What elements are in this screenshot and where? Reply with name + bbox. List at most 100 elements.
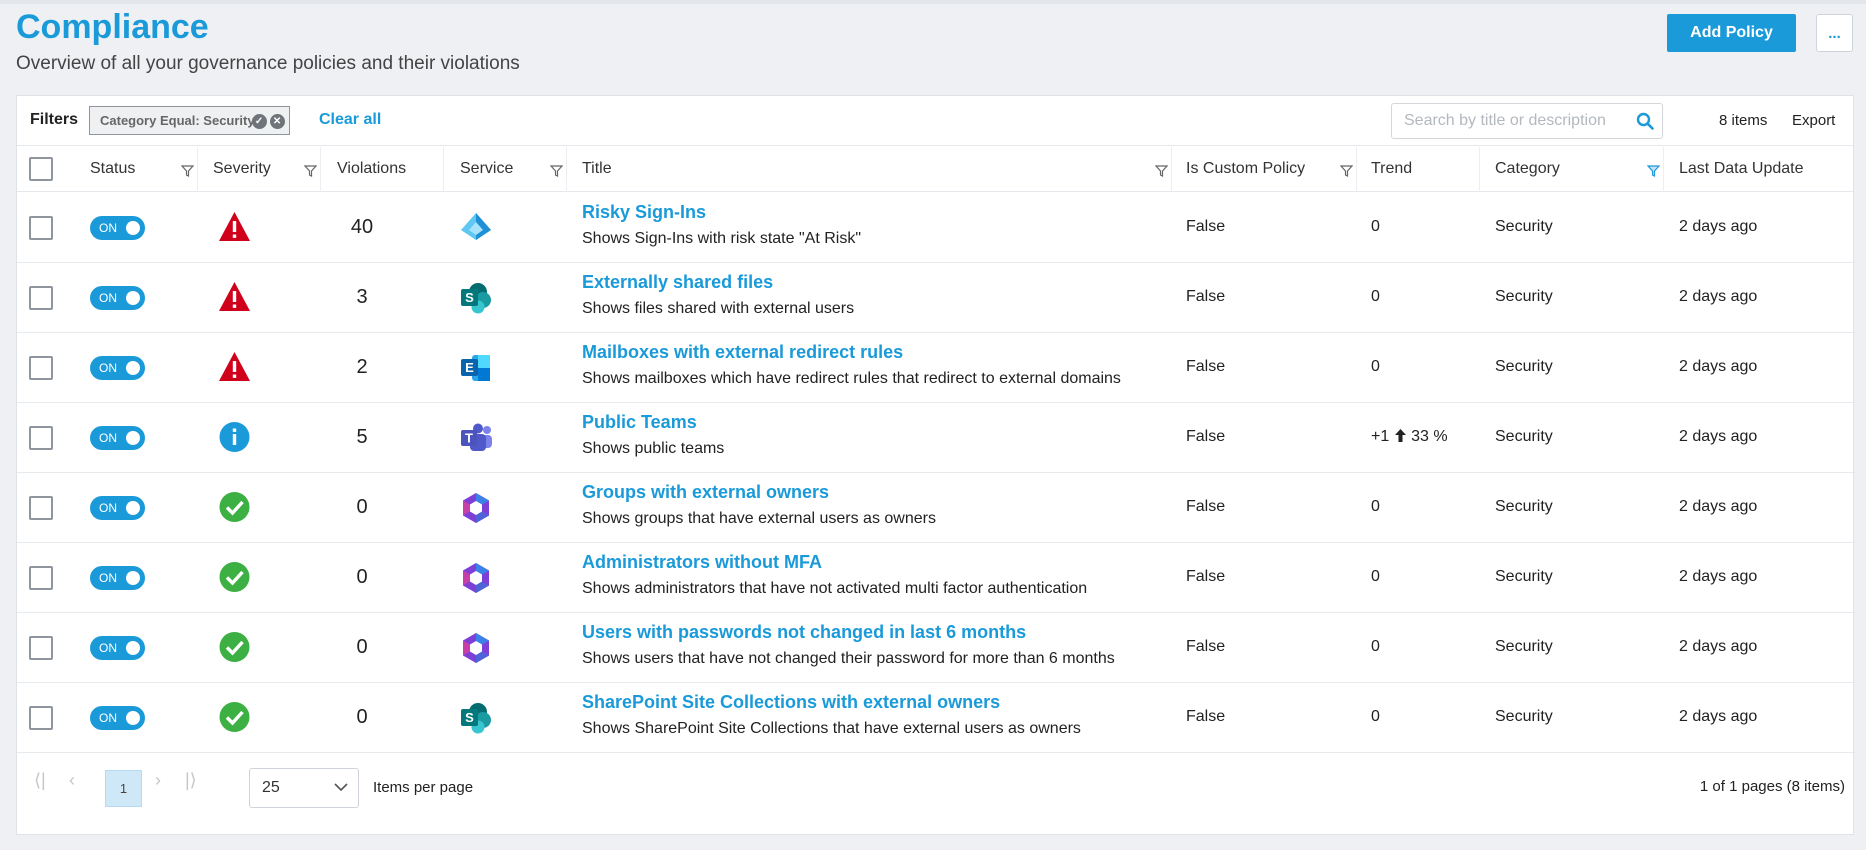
table-row[interactable]: ON 0 S SharePoint Site Collections with ext…: [17, 683, 1855, 753]
is-custom-value: False: [1186, 428, 1226, 445]
row-checkbox[interactable]: [29, 636, 53, 660]
status-toggle[interactable]: ON: [90, 356, 145, 380]
filter-icon[interactable]: [304, 165, 317, 177]
add-policy-button[interactable]: Add Policy: [1667, 14, 1796, 52]
first-page-icon[interactable]: ⟨|: [34, 770, 46, 791]
toggle-knob: [126, 431, 140, 445]
toggle-knob: [126, 501, 140, 515]
select-all-checkbox[interactable]: [29, 157, 53, 181]
status-toggle[interactable]: ON: [90, 426, 145, 450]
more-options-button[interactable]: ...: [1816, 14, 1853, 52]
last-update-value: 2 days ago: [1679, 638, 1758, 655]
check-icon[interactable]: ✓: [251, 114, 267, 129]
policy-title-link[interactable]: Administrators without MFA: [582, 552, 822, 573]
table-row[interactable]: ON 0 Groups with external owners Shows grou…: [17, 473, 1855, 543]
search-input[interactable]: [1392, 104, 1622, 138]
status-toggle[interactable]: ON: [90, 216, 145, 240]
column-header-status[interactable]: Status: [90, 160, 135, 178]
violations-count: 40: [350, 216, 374, 238]
previous-page-icon[interactable]: ‹: [69, 770, 75, 791]
status-toggle-label: ON: [99, 361, 117, 375]
policy-description: Shows SharePoint Site Collections that h…: [582, 720, 1081, 737]
table-row[interactable]: ON 2 E Mailboxes with external redirect rul…: [17, 333, 1855, 403]
category-value: Security: [1495, 708, 1553, 725]
toggle-knob: [126, 711, 140, 725]
items-per-page-label: Items per page: [373, 779, 474, 796]
policy-title-link[interactable]: Externally shared files: [582, 272, 773, 293]
row-checkbox[interactable]: [29, 566, 53, 590]
policy-description: Shows files shared with external users: [582, 300, 855, 317]
status-toggle[interactable]: ON: [90, 496, 145, 520]
policy-description: Shows public teams: [582, 440, 725, 457]
toggle-knob: [126, 361, 140, 375]
policy-title-link[interactable]: Users with passwords not changed in last…: [582, 622, 1026, 643]
svg-text:S: S: [465, 290, 474, 305]
row-checkbox[interactable]: [29, 356, 53, 380]
page-size-select[interactable]: 25: [249, 768, 359, 808]
filter-icon[interactable]: [1647, 165, 1660, 177]
column-header-service[interactable]: Service: [460, 160, 513, 178]
status-toggle[interactable]: ON: [90, 706, 145, 730]
policy-title-link[interactable]: Groups with external owners: [582, 482, 829, 503]
policy-description: Shows groups that have external users as…: [582, 510, 936, 527]
severity-ok-icon: [217, 630, 252, 664]
column-header-title[interactable]: Title: [582, 160, 612, 178]
row-checkbox[interactable]: [29, 496, 53, 520]
last-page-icon[interactable]: |⟩: [185, 770, 197, 791]
status-toggle[interactable]: ON: [90, 566, 145, 590]
filter-icon[interactable]: [1340, 165, 1353, 177]
search-icon[interactable]: [1636, 112, 1654, 130]
status-toggle-label: ON: [99, 291, 117, 305]
policy-title-link[interactable]: Risky Sign-Ins: [582, 202, 706, 223]
clear-all-link[interactable]: Clear all: [319, 111, 381, 129]
table-row[interactable]: ON 3 S Externally shared files Shows files s…: [17, 263, 1855, 333]
row-checkbox[interactable]: [29, 286, 53, 310]
toggle-knob: [126, 221, 140, 235]
policy-title-link[interactable]: Mailboxes with external redirect rules: [582, 342, 903, 363]
page-info: 1 of 1 pages (8 items): [1699, 778, 1845, 795]
column-header-last-update[interactable]: Last Data Update: [1679, 160, 1804, 178]
filter-chip[interactable]: Category Equal: Security ✓ ✕: [89, 106, 290, 135]
status-toggle[interactable]: ON: [90, 636, 145, 660]
table-row[interactable]: ON 0 Users with passwords not changed in l…: [17, 613, 1855, 683]
category-value: Security: [1495, 498, 1553, 515]
trend-percent: 33 %: [1411, 428, 1448, 445]
filters-label: Filters: [30, 111, 79, 128]
toggle-knob: [126, 291, 140, 305]
filter-icon[interactable]: [550, 165, 563, 177]
next-page-icon[interactable]: ›: [155, 770, 161, 791]
trend-value: 0: [1371, 638, 1380, 656]
row-checkbox[interactable]: [29, 426, 53, 450]
export-button[interactable]: Export: [1792, 112, 1835, 129]
row-checkbox[interactable]: [29, 216, 53, 240]
last-update-value: 2 days ago: [1679, 218, 1758, 235]
column-header-trend[interactable]: Trend: [1371, 160, 1412, 178]
filter-icon[interactable]: [1155, 165, 1168, 177]
svg-text:T: T: [465, 431, 473, 446]
teams-icon: T: [458, 420, 494, 456]
sharepoint-icon: S: [458, 700, 494, 736]
policy-description: Shows administrators that have not activ…: [582, 580, 1088, 597]
policy-title-link[interactable]: Public Teams: [582, 412, 697, 433]
violations-count: 3: [356, 286, 368, 308]
page-title: Compliance: [16, 8, 209, 46]
status-toggle-label: ON: [99, 431, 117, 445]
column-header-category[interactable]: Category: [1495, 160, 1560, 178]
trend-change: 0: [1371, 498, 1380, 515]
status-toggle[interactable]: ON: [90, 286, 145, 310]
column-separator: [1663, 147, 1664, 192]
policy-title-link[interactable]: SharePoint Site Collections with externa…: [582, 692, 1000, 713]
table-body: ON 40 Risky Sign-Ins Shows Sign-Ins with ri…: [17, 193, 1855, 753]
chevron-down-icon: [334, 783, 348, 792]
column-header-is-custom[interactable]: Is Custom Policy: [1186, 160, 1305, 178]
column-header-violations[interactable]: Violations: [337, 160, 406, 178]
table-row[interactable]: ON 40 Risky Sign-Ins Shows Sign-Ins with ri…: [17, 193, 1855, 263]
severity-critical-icon: [217, 350, 252, 384]
remove-filter-icon[interactable]: ✕: [269, 114, 285, 129]
row-checkbox[interactable]: [29, 706, 53, 730]
table-row[interactable]: ON 5 T Public Teams Shows public teams False +…: [17, 403, 1855, 473]
column-header-severity[interactable]: Severity: [213, 160, 271, 178]
filter-icon[interactable]: [181, 165, 194, 177]
table-row[interactable]: ON 0 Administrators without MFA Shows admin…: [17, 543, 1855, 613]
current-page-button[interactable]: 1: [105, 770, 142, 807]
